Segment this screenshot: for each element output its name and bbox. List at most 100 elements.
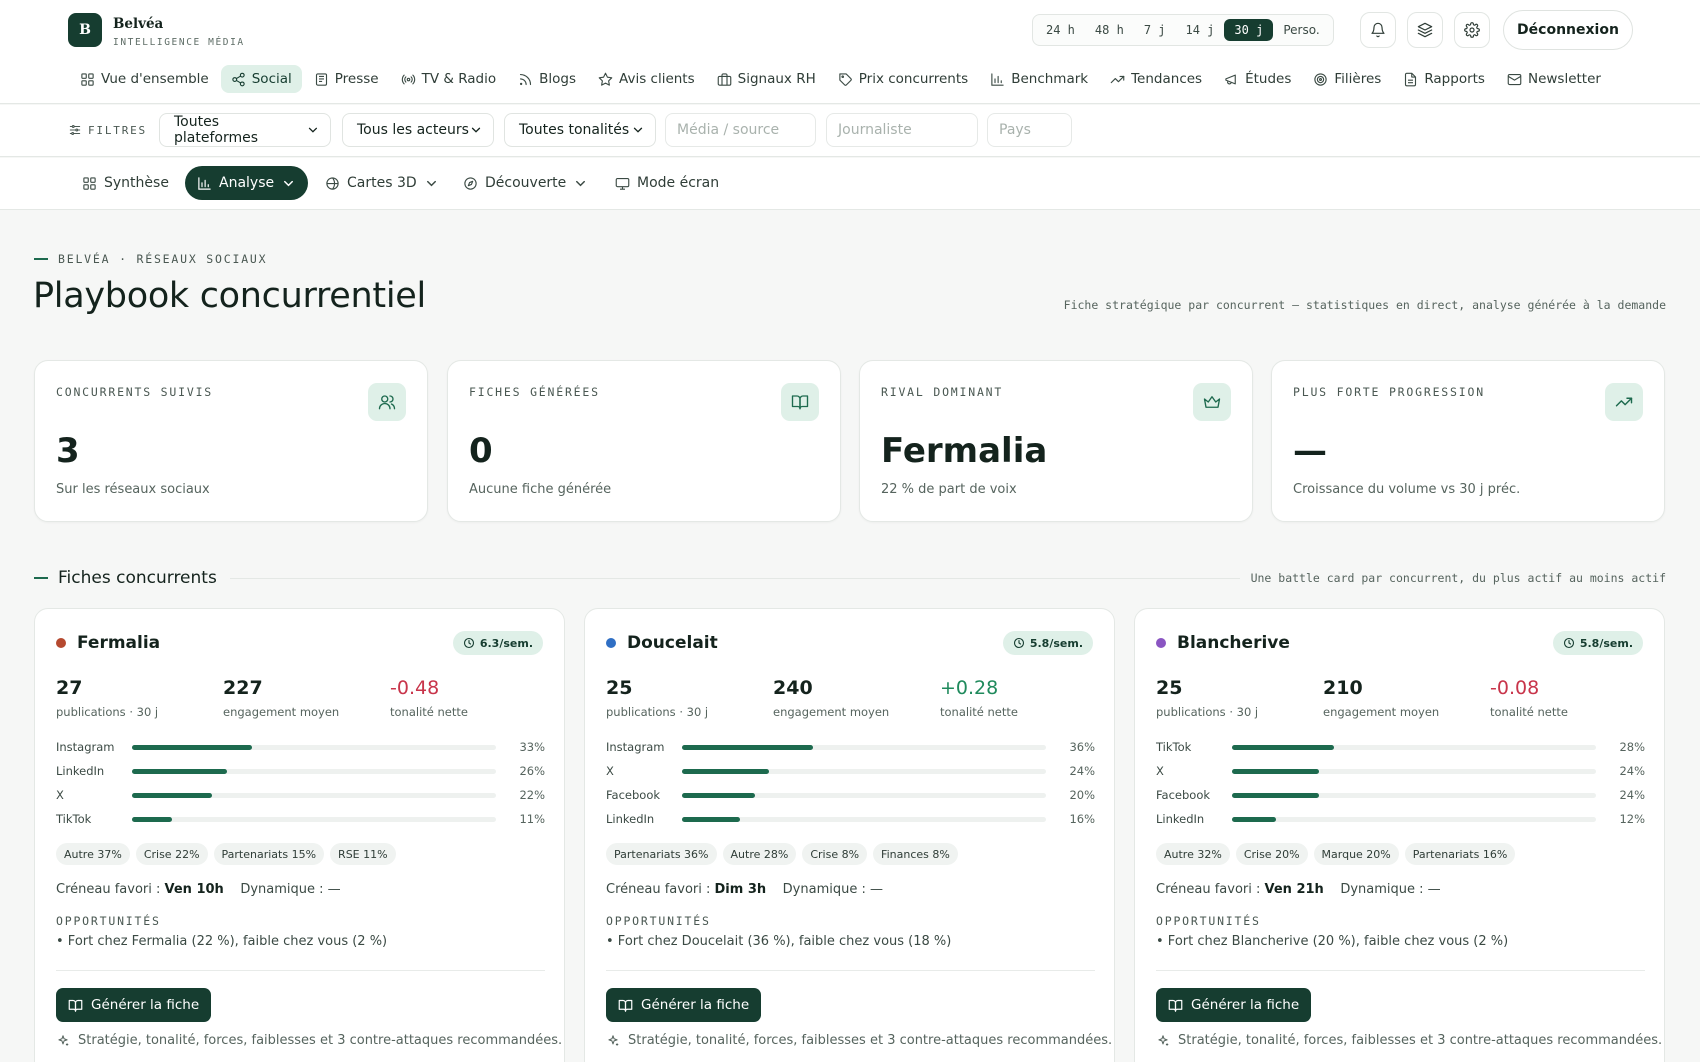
platform-select[interactable]: Toutes plateformes xyxy=(159,113,331,147)
card-divider xyxy=(56,970,545,971)
tone-select[interactable]: Toutes tonalités xyxy=(504,113,656,147)
generate-card-button[interactable]: Générer la fiche xyxy=(606,988,762,1022)
platform-bar-track xyxy=(682,817,1046,822)
subnav-analyse[interactable]: Analyse xyxy=(185,166,309,200)
logout-button[interactable]: Déconnexion xyxy=(1503,10,1633,50)
dynamics-label: Dynamique : xyxy=(240,882,324,897)
layers-button[interactable] xyxy=(1407,12,1443,48)
stat-label: tonalité nette xyxy=(390,705,468,719)
kpi-value: 0 xyxy=(469,431,493,471)
time-range-selector: 24 h 48 h 7 j 14 j 30 j Perso. xyxy=(1032,14,1334,46)
nav-item-label: Vue d'ensemble xyxy=(101,71,209,87)
kpi-subtitle: Aucune fiche générée xyxy=(469,482,612,497)
tone-select-value: Toutes tonalités xyxy=(519,122,630,138)
nav-item-rapports[interactable]: Rapports xyxy=(1393,65,1495,93)
subnav-synthese[interactable]: Synthèse xyxy=(70,166,181,200)
stat-value: 25 xyxy=(606,677,633,699)
brand-logo[interactable]: B xyxy=(68,13,102,47)
range-30j[interactable]: 30 j xyxy=(1224,19,1274,41)
platform-name: Facebook xyxy=(606,788,661,802)
subnav-label: Analyse xyxy=(219,175,275,191)
nav-item-overview[interactable]: Vue d'ensemble xyxy=(70,65,219,93)
platform-bar-track xyxy=(1232,817,1596,822)
generate-note: Stratégie, tonalité, forces, faiblesses … xyxy=(56,1033,562,1048)
nav-item-presse[interactable]: Presse xyxy=(304,65,389,93)
nav-item-blogs[interactable]: Blogs xyxy=(508,65,586,93)
subnav-decouverte[interactable]: Découverte xyxy=(451,166,600,200)
nav-item-filieres[interactable]: Filières xyxy=(1303,65,1391,93)
platform-percent: 11% xyxy=(519,812,545,826)
generate-note-text: Stratégie, tonalité, forces, faiblesses … xyxy=(78,1033,563,1048)
range-custom[interactable]: Perso. xyxy=(1273,19,1329,41)
competitor-card: Fermalia 6.3/sem. 27 publications · 30 j… xyxy=(34,608,565,1062)
range-7j[interactable]: 7 j xyxy=(1134,19,1176,41)
stat-label: publications · 30 j xyxy=(1156,705,1259,719)
nav-item-avis-clients[interactable]: Avis clients xyxy=(588,65,705,93)
nav-item-benchmark[interactable]: Benchmark xyxy=(980,65,1098,93)
slot-value: Ven 10h xyxy=(164,882,224,897)
topic-tag: Autre 28% xyxy=(722,843,797,865)
platform-bar-track xyxy=(132,817,496,822)
frequency-badge: 6.3/sem. xyxy=(452,631,543,655)
platform-select-value: Toutes plateformes xyxy=(174,114,259,146)
platform-row: TikTok 11% xyxy=(56,812,545,826)
notifications-button[interactable] xyxy=(1360,12,1396,48)
kpi-subtitle: Croissance du volume vs 30 j préc. xyxy=(1293,482,1521,497)
layers-icon xyxy=(1417,22,1433,38)
main-nav: Vue d'ensemble Social Presse TV & Radio … xyxy=(70,65,1611,93)
book-icon xyxy=(791,395,809,410)
actor-select[interactable]: Tous les acteurs xyxy=(342,113,494,147)
journalist-input[interactable]: Journaliste xyxy=(826,113,978,147)
app-header: B Belvéa INTELLIGENCE MÉDIA 24 h 48 h 7 … xyxy=(0,0,1700,104)
generate-card-button[interactable]: Générer la fiche xyxy=(1156,988,1312,1022)
chevron-down-icon xyxy=(471,127,481,133)
filters-label-text: FILTRES xyxy=(88,123,147,137)
nav-item-social[interactable]: Social xyxy=(220,65,302,93)
platform-percent: 24% xyxy=(1619,764,1645,778)
stat-label: tonalité nette xyxy=(940,705,1018,719)
grid-icon xyxy=(83,176,96,190)
book-open-icon xyxy=(618,999,633,1012)
range-48h[interactable]: 48 h xyxy=(1085,19,1134,41)
nav-item-prix-concurrents[interactable]: Prix concurrents xyxy=(828,65,978,93)
slot-label: Créneau favori : xyxy=(606,882,711,897)
topic-tag: Autre 37% xyxy=(56,843,130,865)
slot-label: Créneau favori : xyxy=(1156,882,1261,897)
file-icon xyxy=(1405,72,1417,86)
settings-button[interactable] xyxy=(1454,12,1490,48)
platform-name: LinkedIn xyxy=(1156,812,1205,826)
nav-item-newsletter[interactable]: Newsletter xyxy=(1497,65,1611,93)
platform-name: Instagram xyxy=(606,740,665,754)
nav-item-signaux-rh[interactable]: Signaux RH xyxy=(707,65,826,93)
platform-bar-track xyxy=(132,793,496,798)
bar-chart-icon xyxy=(991,72,1004,86)
generate-note: Stratégie, tonalité, forces, faiblesses … xyxy=(1156,1033,1662,1048)
section-description: Une battle card par concurrent, du plus … xyxy=(1250,571,1666,585)
subnav-label: Découverte xyxy=(485,175,567,191)
stat-value: +0.28 xyxy=(940,677,999,699)
subnav-cartes-3d[interactable]: Cartes 3D xyxy=(313,166,451,200)
range-14j[interactable]: 14 j xyxy=(1176,19,1225,41)
generate-card-button[interactable]: Générer la fiche xyxy=(56,988,212,1022)
nav-item-etudes[interactable]: Études xyxy=(1214,65,1301,93)
platform-bar-fill xyxy=(1232,745,1334,750)
country-input[interactable]: Pays xyxy=(987,113,1072,147)
generate-button-label: Générer la fiche xyxy=(91,997,200,1013)
nav-item-tendances[interactable]: Tendances xyxy=(1100,65,1212,93)
platform-bar-track xyxy=(682,769,1046,774)
generate-note-text: Stratégie, tonalité, forces, faiblesses … xyxy=(1178,1033,1663,1048)
kpi-card-concurrents: CONCURRENTS SUIVIS 3 Sur les réseaux soc… xyxy=(34,360,428,522)
nav-item-label: TV & Radio xyxy=(421,71,497,87)
subnav-mode-ecran[interactable]: Mode écran xyxy=(603,166,731,200)
kpi-subtitle: Sur les réseaux sociaux xyxy=(56,482,210,497)
nav-item-tv-radio[interactable]: TV & Radio xyxy=(391,65,507,93)
competitor-name: Fermalia xyxy=(77,633,161,653)
topic-tags: Autre 32% Crise 20% Marque 20% Partenari… xyxy=(1156,843,1516,865)
nav-item-label: Tendances xyxy=(1131,71,1203,87)
range-24h[interactable]: 24 h xyxy=(1036,19,1085,41)
filters-bar: FILTRES Toutes plateformes Tous les acte… xyxy=(0,105,1700,157)
platform-bar-fill xyxy=(682,817,741,822)
page-eyebrow: BELVÉA · RÉSEAUX SOCIAUX xyxy=(34,252,267,266)
stat-engagement: 210 engagement moyen xyxy=(1323,677,1439,719)
media-input[interactable]: Média / source xyxy=(665,113,816,147)
